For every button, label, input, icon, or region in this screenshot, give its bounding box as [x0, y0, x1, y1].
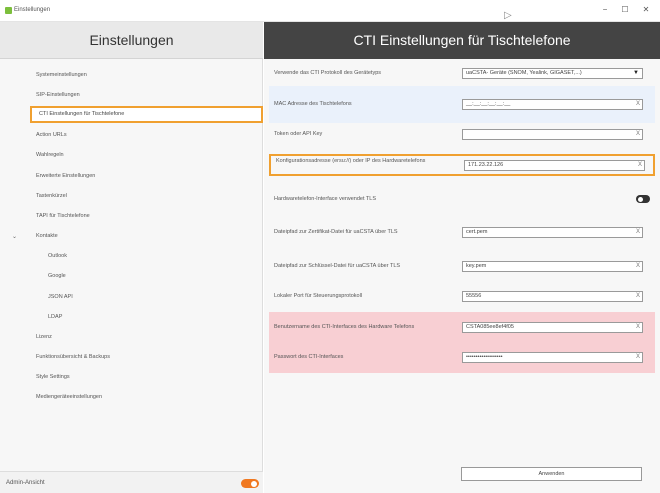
clear-icon[interactable]: X — [638, 161, 642, 170]
sidebar-header: Einstellungen — [0, 22, 263, 59]
clear-icon[interactable]: X — [636, 130, 640, 139]
setting-row-key: Dateipfad zur Schlüssel-Datei für uaCSTA… — [269, 257, 655, 276]
sidebar-item-kontakte[interactable]: Kontakte — [36, 233, 58, 239]
setting-row-mac: MAC Adresse des Tischtelefons __:__:__:_… — [269, 86, 655, 123]
maximize-button[interactable]: ☐ — [617, 4, 633, 16]
sidebar-footer: Admin-Ansicht — [0, 471, 263, 493]
token-input[interactable]: X — [462, 129, 643, 140]
input-value: __:__:__:__:__:__ — [466, 101, 511, 107]
mac-address-input[interactable]: __:__:__:__:__:__ X — [462, 99, 643, 110]
clear-icon[interactable]: X — [636, 262, 640, 271]
minimize-button[interactable]: − — [597, 4, 613, 16]
setting-label: MAC Adresse des Tischtelefons — [274, 101, 352, 107]
key-path-input[interactable]: key.pem X — [462, 261, 643, 272]
chevron-down-icon[interactable]: ⌄ — [12, 233, 17, 240]
sidebar-item-sip-einstellungen[interactable]: SIP-Einstellungen — [36, 92, 80, 98]
app-icon — [5, 7, 12, 14]
cert-path-input[interactable]: cert.pem X — [462, 227, 643, 238]
sidebar-item-tapi[interactable]: TAPI für Tischtelefone — [36, 213, 90, 219]
sidebar-item-systemeinstellungen[interactable]: Systemeinstellungen — [36, 72, 87, 78]
clear-icon[interactable]: X — [636, 323, 640, 332]
setting-label: Konfigurationsadresse (ersu://) oder IP … — [276, 158, 426, 164]
protocol-select[interactable]: uaCSTA- Geräte (SNOM, Yealink, GIGASET,.… — [462, 68, 643, 79]
clear-icon[interactable]: X — [636, 228, 640, 237]
admin-view-label: Admin-Ansicht — [6, 480, 45, 486]
window-titlebar: Einstellungen ▷ − ☐ ✕ — [0, 0, 660, 22]
sidebar-item-label: CTI Einstellungen für Tischtelefone — [39, 111, 125, 117]
mouse-cursor-icon: ▷ — [504, 10, 512, 21]
sidebar-item-wahlregeln[interactable]: Wahlregeln — [36, 152, 64, 158]
tls-toggle[interactable] — [636, 195, 650, 203]
main-panel: CTI Einstellungen für Tischtelefone Verw… — [264, 22, 660, 493]
config-address-input[interactable]: 171.23.22.126 X — [464, 160, 645, 171]
setting-label: Token oder API Key — [274, 131, 323, 137]
input-value: cert.pem — [466, 229, 488, 235]
input-value: CSTA085ee8ef4f05 — [466, 324, 514, 330]
setting-label: Passwort des CTI-Interfaces — [274, 354, 344, 360]
setting-label: Benutzername des CTI-Interfaces des Hard… — [274, 324, 415, 330]
close-button[interactable]: ✕ — [638, 4, 654, 16]
port-input[interactable]: 55556 X — [462, 291, 643, 302]
sidebar-item-cti-einstellungen[interactable]: CTI Einstellungen für Tischtelefone — [30, 106, 263, 123]
cti-username-input[interactable]: CSTA085ee8ef4f05 X — [462, 322, 643, 333]
sidebar-item-ldap[interactable]: LDAP — [48, 314, 62, 320]
setting-row-protocol: Verwende das CTI Protokoll des Gerätetyp… — [269, 64, 655, 83]
sidebar-item-google[interactable]: Google — [48, 273, 66, 279]
sidebar-item-action-urls[interactable]: Action URLs — [36, 132, 67, 138]
clear-icon[interactable]: X — [636, 292, 640, 301]
sidebar-item-lizenz[interactable]: Lizenz — [36, 334, 52, 340]
select-value: uaCSTA- Geräte (SNOM, Yealink, GIGASET,.… — [466, 70, 582, 76]
clear-icon[interactable]: X — [636, 353, 640, 362]
setting-group-credentials: Benutzername des CTI-Interfaces des Hard… — [269, 312, 655, 373]
setting-label: Hardwaretelefon-Interface verwendet TLS — [274, 196, 377, 202]
sidebar-item-json-api[interactable]: JSON API — [48, 294, 73, 300]
sidebar-item-erweiterte-einstellungen[interactable]: Erweiterte Einstellungen — [36, 173, 95, 179]
cti-password-input[interactable]: ••••••••••••••••••• X — [462, 352, 643, 363]
setting-row-config-address: Konfigurationsadresse (ersu://) oder IP … — [269, 154, 655, 176]
clear-icon[interactable]: X — [636, 100, 640, 109]
apply-button[interactable]: Anwenden — [461, 467, 642, 481]
input-value: ••••••••••••••••••• — [466, 354, 503, 360]
toggle-knob — [251, 480, 257, 487]
setting-label: Dateipfad zur Schlüssel-Datei für uaCSTA… — [274, 263, 401, 269]
admin-view-toggle[interactable] — [241, 479, 259, 488]
setting-row-token: Token oder API Key X — [269, 125, 655, 144]
page-title: CTI Einstellungen für Tischtelefone — [264, 22, 660, 59]
window-title: Einstellungen — [14, 7, 51, 13]
setting-label: Dateipfad zur Zertifikat-Datei für uaCST… — [274, 229, 398, 235]
setting-row-cert: Dateipfad zur Zertifikat-Datei für uaCST… — [269, 223, 655, 242]
input-value: key.pem — [466, 263, 487, 269]
sidebar: Einstellungen Systemeinstellungen SIP-Ei… — [0, 22, 263, 493]
setting-label: Verwende das CTI Protokoll des Gerätetyp… — [274, 70, 381, 76]
setting-row-tls: Hardwaretelefon-Interface verwendet TLS — [269, 190, 655, 209]
setting-row-port: Lokaler Port für Steuerungsprotokoll 555… — [269, 287, 655, 306]
sidebar-item-funktionsuebersicht[interactable]: Funktionsübersicht & Backups — [36, 354, 110, 360]
toggle-knob — [637, 196, 643, 202]
sidebar-item-outlook[interactable]: Outlook — [48, 253, 67, 259]
sidebar-item-mediengeraeteeinstellungen[interactable]: Mediengeräteeinstellungen — [36, 394, 102, 400]
input-value: 55556 — [466, 293, 482, 299]
setting-label: Lokaler Port für Steuerungsprotokoll — [274, 293, 363, 299]
caret-down-icon: ▼ — [633, 70, 639, 76]
sidebar-item-tastenkuerzel[interactable]: Tastenkürzel — [36, 193, 67, 199]
sidebar-item-style-settings[interactable]: Style Settings — [36, 374, 70, 380]
input-value: 171.23.22.126 — [468, 162, 504, 168]
